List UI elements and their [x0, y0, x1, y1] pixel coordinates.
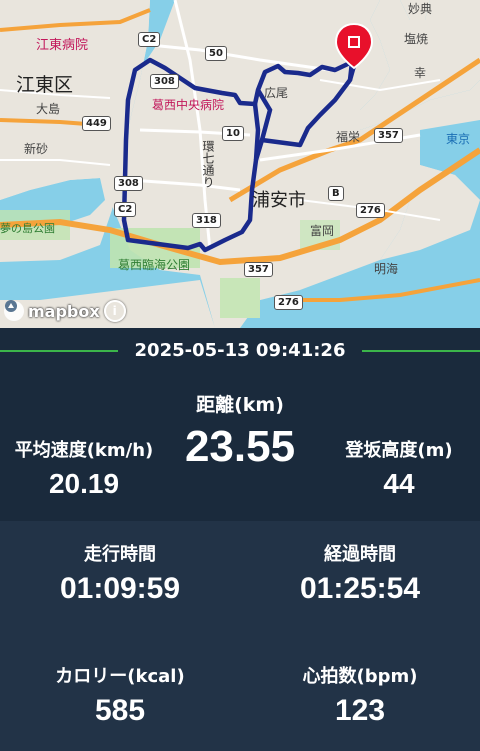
map-label-kasai-hospital: 葛西中央病院 — [152, 98, 225, 112]
mapbox-logo-icon — [4, 300, 24, 321]
ride-datetime: 2025-05-13 09:41:26 — [134, 340, 346, 361]
map-label-fukuei: 福栄 — [336, 130, 361, 144]
route-shield-10: 10 — [222, 126, 244, 141]
distance-label: 距離(km) — [196, 394, 284, 416]
map-label-shiosaki: 塩焼 — [404, 32, 429, 46]
map-label-shinsuna: 新砂 — [24, 142, 49, 156]
moving-time-value: 01:09:59 — [59, 572, 181, 605]
route-shield-b: B — [328, 186, 344, 201]
route-shield-308: 308 — [150, 74, 179, 89]
climb-label: 登坂高度(m) — [345, 440, 453, 461]
map-label-yume-no-shima: 夢の島公園 — [0, 222, 55, 235]
route-shield-357: 357 — [374, 128, 403, 143]
route-shield-50: 50 — [205, 46, 227, 61]
avg-speed-label: 平均速度(km/h) — [14, 440, 154, 461]
heart-rate-label: 心拍数(bpm) — [302, 666, 418, 687]
moving-time-label: 走行時間 — [84, 544, 156, 565]
route-map[interactable]: 江東病院 江東区 新砂 葛西中央病院 広尾 環七通り 浦安市 福栄 富岡 明海 … — [0, 0, 480, 328]
climb-value: 44 — [383, 468, 415, 499]
ride-summary: 2025-05-13 09:41:26 距離(km) 23.55 平均速度(km… — [0, 328, 480, 751]
calorie-value: 585 — [94, 694, 146, 727]
elapsed-time-label: 経過時間 — [324, 544, 396, 565]
route-shield-c2: C2 — [138, 32, 161, 47]
calorie-label: カロリー(kcal) — [55, 666, 185, 687]
route-shield-c2b: C2 — [114, 202, 137, 217]
map-label-hiroo: 広尾 — [264, 86, 289, 100]
mapbox-attribution[interactable]: mapbox i — [4, 299, 126, 323]
map-label-koto-ku: 江東区 — [16, 74, 74, 96]
map-label-meikai: 明海 — [374, 262, 399, 276]
route-shield-276: 276 — [356, 203, 385, 218]
map-label-tomioka: 富岡 — [310, 224, 335, 238]
avg-speed-value: 20.19 — [48, 468, 120, 499]
distance-value: 23.55 — [184, 422, 296, 471]
heart-rate-value: 123 — [334, 694, 386, 727]
route-shield-318: 318 — [192, 213, 221, 228]
route-shield-449: 449 — [82, 116, 111, 131]
map-label-kan7: 環七通り — [201, 140, 215, 188]
map-label-myoken: 妙典 — [408, 2, 433, 16]
map-label-ojima: 大島 — [36, 102, 61, 116]
map-label-tokyo: 東京 — [446, 132, 471, 146]
mapbox-wordmark: mapbox — [28, 301, 100, 321]
route-shield-357b: 357 — [244, 262, 273, 277]
map-label-urayasu: 浦安市 — [252, 190, 306, 211]
info-icon[interactable]: i — [103, 300, 126, 322]
route-shield-308b: 308 — [114, 176, 143, 191]
map-label-kasai-rinkai: 葛西臨海公園 — [118, 258, 191, 272]
route-shield-276b: 276 — [274, 295, 303, 310]
elapsed-time-value: 01:25:54 — [299, 572, 421, 605]
map-label-koto-hospital: 江東病院 — [36, 38, 89, 53]
map-label-sachi: 幸 — [414, 66, 427, 80]
